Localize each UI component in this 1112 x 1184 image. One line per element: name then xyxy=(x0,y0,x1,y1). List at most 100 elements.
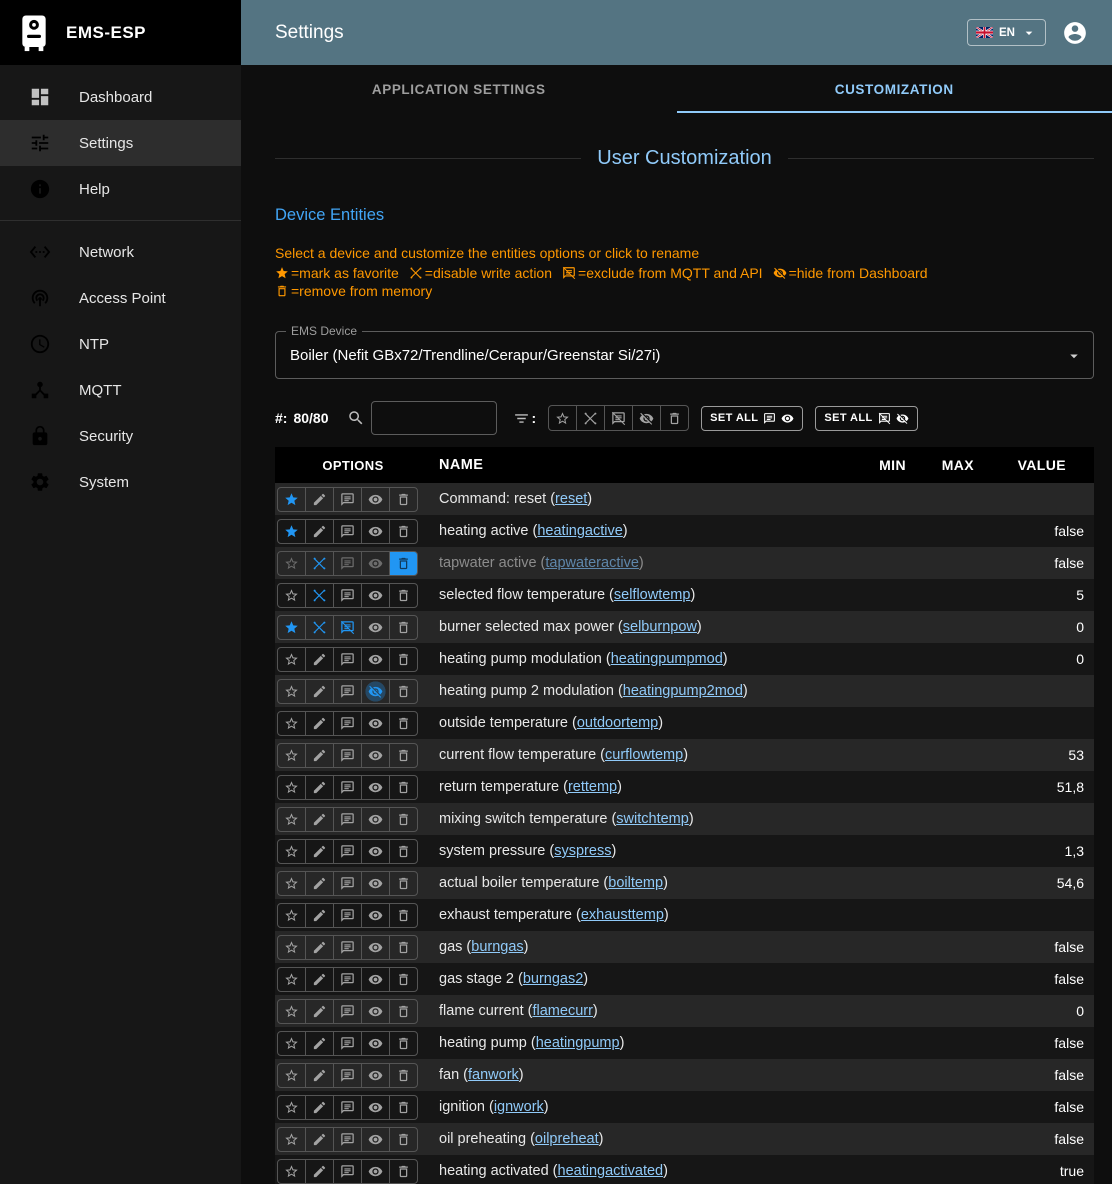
write-toggle[interactable] xyxy=(305,935,334,960)
favorite-toggle[interactable] xyxy=(277,1127,306,1152)
mqtt-exclude-toggle[interactable] xyxy=(333,807,362,832)
remove-toggle[interactable] xyxy=(389,1095,418,1120)
entity-shortname-link[interactable]: burngas2 xyxy=(523,971,583,987)
mqtt-exclude-toggle[interactable] xyxy=(333,583,362,608)
write-toggle[interactable] xyxy=(305,807,334,832)
filter-write-off-button[interactable] xyxy=(576,405,605,431)
favorite-toggle[interactable] xyxy=(277,551,306,576)
hide-toggle[interactable] xyxy=(361,679,390,704)
entity-shortname-link[interactable]: outdoortemp xyxy=(577,715,658,731)
write-toggle[interactable] xyxy=(305,1063,334,1088)
hide-toggle[interactable] xyxy=(361,775,390,800)
mqtt-exclude-toggle[interactable] xyxy=(333,999,362,1024)
mqtt-exclude-toggle[interactable] xyxy=(333,775,362,800)
remove-toggle[interactable] xyxy=(389,583,418,608)
hide-toggle[interactable] xyxy=(361,1031,390,1056)
favorite-toggle[interactable] xyxy=(277,743,306,768)
remove-toggle[interactable] xyxy=(389,711,418,736)
mqtt-exclude-toggle[interactable] xyxy=(333,711,362,736)
hide-toggle[interactable] xyxy=(361,871,390,896)
mqtt-exclude-toggle[interactable] xyxy=(333,519,362,544)
remove-toggle[interactable] xyxy=(389,935,418,960)
entity-shortname-link[interactable]: heatingpump xyxy=(536,1035,620,1051)
sidebar-item-dashboard[interactable]: Dashboard xyxy=(0,74,241,120)
hide-toggle[interactable] xyxy=(361,743,390,768)
entity-shortname-link[interactable]: heatingpumpmod xyxy=(611,651,723,667)
account-button[interactable] xyxy=(1062,20,1088,46)
favorite-toggle[interactable] xyxy=(277,935,306,960)
remove-toggle[interactable] xyxy=(389,807,418,832)
favorite-toggle[interactable] xyxy=(277,615,306,640)
write-toggle[interactable] xyxy=(305,487,334,512)
hide-toggle[interactable] xyxy=(361,487,390,512)
write-toggle[interactable] xyxy=(305,871,334,896)
favorite-toggle[interactable] xyxy=(277,967,306,992)
favorite-toggle[interactable] xyxy=(277,1095,306,1120)
mqtt-exclude-toggle[interactable] xyxy=(333,1127,362,1152)
entity-shortname-link[interactable]: oilpreheat xyxy=(535,1131,599,1147)
hide-toggle[interactable] xyxy=(361,967,390,992)
mqtt-exclude-toggle[interactable] xyxy=(333,1031,362,1056)
hide-toggle[interactable] xyxy=(361,711,390,736)
write-toggle[interactable] xyxy=(305,743,334,768)
remove-toggle[interactable] xyxy=(389,1127,418,1152)
write-toggle[interactable] xyxy=(305,839,334,864)
remove-toggle[interactable] xyxy=(389,615,418,640)
sidebar-item-access-point[interactable]: Access Point xyxy=(0,275,241,321)
sidebar-item-system[interactable]: System xyxy=(0,459,241,505)
remove-toggle[interactable] xyxy=(389,679,418,704)
entity-shortname-link[interactable]: ignwork xyxy=(494,1099,544,1115)
filter-mqtt-off-button[interactable] xyxy=(604,405,633,431)
hide-toggle[interactable] xyxy=(361,615,390,640)
hide-toggle[interactable] xyxy=(361,1127,390,1152)
entity-shortname-link[interactable]: reset xyxy=(555,491,587,507)
mqtt-exclude-toggle[interactable] xyxy=(333,743,362,768)
remove-toggle[interactable] xyxy=(389,487,418,512)
remove-toggle[interactable] xyxy=(389,967,418,992)
mqtt-exclude-toggle[interactable] xyxy=(333,647,362,672)
entity-shortname-link[interactable]: rettemp xyxy=(568,779,617,795)
sidebar-item-help[interactable]: Help xyxy=(0,166,241,212)
entity-shortname-link[interactable]: syspress xyxy=(554,843,611,859)
mqtt-exclude-toggle[interactable] xyxy=(333,615,362,640)
favorite-toggle[interactable] xyxy=(277,647,306,672)
hide-toggle[interactable] xyxy=(361,1095,390,1120)
write-toggle[interactable] xyxy=(305,679,334,704)
favorite-toggle[interactable] xyxy=(277,519,306,544)
mqtt-exclude-toggle[interactable] xyxy=(333,679,362,704)
write-toggle[interactable] xyxy=(305,583,334,608)
favorite-toggle[interactable] xyxy=(277,583,306,608)
mqtt-exclude-toggle[interactable] xyxy=(333,487,362,512)
remove-toggle[interactable] xyxy=(389,839,418,864)
remove-toggle[interactable] xyxy=(389,999,418,1024)
write-toggle[interactable] xyxy=(305,1031,334,1056)
favorite-toggle[interactable] xyxy=(277,903,306,928)
write-toggle[interactable] xyxy=(305,1127,334,1152)
mqtt-exclude-toggle[interactable] xyxy=(333,1095,362,1120)
favorite-toggle[interactable] xyxy=(277,711,306,736)
remove-toggle[interactable] xyxy=(389,647,418,672)
favorite-toggle[interactable] xyxy=(277,839,306,864)
remove-toggle[interactable] xyxy=(389,743,418,768)
hide-toggle[interactable] xyxy=(361,903,390,928)
favorite-toggle[interactable] xyxy=(277,1063,306,1088)
hide-toggle[interactable] xyxy=(361,647,390,672)
filter-remove-button[interactable] xyxy=(660,405,689,431)
write-toggle[interactable] xyxy=(305,999,334,1024)
entity-shortname-link[interactable]: curflowtemp xyxy=(605,747,683,763)
sidebar-item-network[interactable]: Network xyxy=(0,229,241,275)
language-selector[interactable]: EN xyxy=(967,19,1046,46)
tab-customization[interactable]: CUSTOMIZATION xyxy=(677,65,1112,113)
favorite-toggle[interactable] xyxy=(277,999,306,1024)
mqtt-exclude-toggle[interactable] xyxy=(333,967,362,992)
entity-shortname-link[interactable]: tapwateractive xyxy=(545,555,639,571)
entity-shortname-link[interactable]: fanwork xyxy=(468,1067,519,1083)
hide-toggle[interactable] xyxy=(361,935,390,960)
write-toggle[interactable] xyxy=(305,519,334,544)
write-toggle[interactable] xyxy=(305,775,334,800)
favorite-toggle[interactable] xyxy=(277,487,306,512)
tab-application-settings[interactable]: APPLICATION SETTINGS xyxy=(241,65,677,113)
entity-shortname-link[interactable]: heatingpump2mod xyxy=(623,683,743,699)
remove-toggle[interactable] xyxy=(389,1159,418,1184)
mqtt-exclude-toggle[interactable] xyxy=(333,871,362,896)
